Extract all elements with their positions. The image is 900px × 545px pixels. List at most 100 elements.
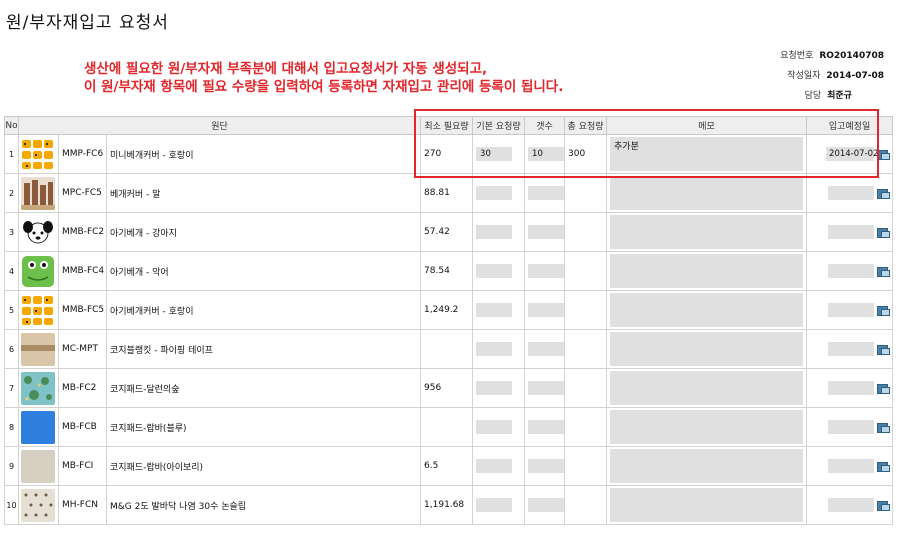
memo-input[interactable] xyxy=(610,371,804,405)
base-qty-input[interactable] xyxy=(476,420,513,434)
request-number-label: 요청번호 xyxy=(780,51,814,61)
manager-label: 담당 xyxy=(804,91,822,101)
expected-date-input[interactable] xyxy=(828,381,875,395)
calendar-icon[interactable] xyxy=(877,500,891,511)
table-row: 3 MMB-FC2 아기베개 - 강아지 57.42 xyxy=(4,212,894,252)
count-input[interactable] xyxy=(528,459,564,473)
memo-input[interactable] xyxy=(610,254,804,288)
fabric-name: 아기베개 - 강아지 xyxy=(105,212,422,252)
count-input[interactable] xyxy=(528,381,564,395)
fabric-thumbnail-cell xyxy=(18,485,59,525)
expected-date-input[interactable]: 2014-07-02 xyxy=(826,147,878,161)
fabric-code: MMP-FC6 xyxy=(58,134,107,174)
fabric-thumbnail-cell xyxy=(18,329,59,369)
count-cell xyxy=(524,446,566,486)
row-number: 3 xyxy=(4,212,19,252)
fabric-name: 베개커버 - 말 xyxy=(105,173,422,213)
expected-date-input[interactable] xyxy=(828,186,875,200)
base-qty-input[interactable] xyxy=(476,498,513,512)
expected-date-cell xyxy=(806,368,894,408)
memo-input[interactable] xyxy=(610,488,804,522)
calendar-icon[interactable] xyxy=(877,149,891,160)
memo-input[interactable] xyxy=(610,215,804,249)
min-required-value: 1,249.2 xyxy=(420,290,474,330)
total-value xyxy=(564,407,608,447)
count-input[interactable] xyxy=(528,186,564,200)
created-date-value: 2014-07-08 xyxy=(826,71,884,81)
fabric-name: 코지패드-달런의숲 xyxy=(105,368,422,408)
count-cell: 10 xyxy=(524,134,566,174)
base-qty-input[interactable] xyxy=(476,342,513,356)
created-date-label: 작성일자 xyxy=(787,71,821,81)
fabric-name: 코지블랭킷 - 파이핑 테이프 xyxy=(105,329,422,369)
expected-date-input[interactable] xyxy=(828,420,875,434)
count-input[interactable] xyxy=(528,225,564,239)
count-input[interactable] xyxy=(528,303,564,317)
calendar-icon[interactable] xyxy=(877,461,891,472)
calendar-icon[interactable] xyxy=(877,266,891,277)
count-input[interactable] xyxy=(528,342,564,356)
expected-date-input[interactable] xyxy=(828,342,875,356)
expected-date-input[interactable] xyxy=(828,303,875,317)
request-table: No 원단 최소 필요량 기본 요청량 갯수 총 요청량 메모 입고예정일 1 … xyxy=(4,116,894,525)
memo-input[interactable] xyxy=(610,410,804,444)
count-cell xyxy=(524,212,566,252)
memo-input[interactable] xyxy=(610,449,804,483)
expected-date-input[interactable] xyxy=(828,225,875,239)
annotation-line-1: 생산에 필요한 원/부자재 부족분에 대해서 입고요청서가 자동 생성되고, xyxy=(84,61,488,77)
total-value xyxy=(564,173,608,213)
calendar-icon[interactable] xyxy=(877,422,891,433)
base-qty-input[interactable] xyxy=(476,381,513,395)
base-qty-cell xyxy=(472,368,526,408)
total-value xyxy=(564,290,608,330)
total-value xyxy=(564,251,608,291)
row-number: 7 xyxy=(4,368,19,408)
base-qty-input[interactable] xyxy=(476,264,513,278)
fabric-name: 코지패드-랍바(아이보리) xyxy=(105,446,422,486)
fabric-name: 아기베개 - 악어 xyxy=(105,251,422,291)
manager: 담당 최준규 xyxy=(805,88,852,101)
table-row: 4 MMB-FC4 아기베개 - 악어 78.54 xyxy=(4,251,894,291)
row-number: 10 xyxy=(4,485,19,525)
base-qty-input[interactable]: 30 xyxy=(476,147,513,161)
count-input[interactable] xyxy=(528,498,564,512)
table-header-row: No 원단 최소 필요량 기본 요청량 갯수 총 요청량 메모 입고예정일 xyxy=(4,116,894,135)
calendar-icon[interactable] xyxy=(877,305,891,316)
count-cell xyxy=(524,407,566,447)
total-value xyxy=(564,329,608,369)
count-input[interactable]: 10 xyxy=(528,147,564,161)
count-input[interactable] xyxy=(528,420,564,434)
base-qty-input[interactable] xyxy=(476,186,513,200)
fabric-thumbnail-image xyxy=(21,332,55,366)
memo-input[interactable] xyxy=(610,176,804,210)
fabric-thumbnail-cell xyxy=(18,251,59,291)
memo-cell xyxy=(606,368,808,408)
base-qty-input[interactable] xyxy=(476,303,513,317)
memo-input[interactable]: 추가분 xyxy=(610,137,804,171)
base-qty-cell xyxy=(472,212,526,252)
fabric-code: MH-FCN xyxy=(58,485,107,525)
base-qty-input[interactable] xyxy=(476,459,513,473)
calendar-icon[interactable] xyxy=(877,227,891,238)
count-cell xyxy=(524,329,566,369)
calendar-icon[interactable] xyxy=(877,344,891,355)
table-row: 2 MPC-FC5 베개커버 - 말 88.81 xyxy=(4,173,894,213)
request-number-value: RO20140708 xyxy=(819,51,884,61)
expected-date-input[interactable] xyxy=(828,498,875,512)
expected-date-input[interactable] xyxy=(828,459,875,473)
fabric-thumbnail-image xyxy=(21,137,55,171)
calendar-icon[interactable] xyxy=(877,383,891,394)
base-qty-input[interactable] xyxy=(476,225,513,239)
min-required-value: 1,191.68 xyxy=(420,485,474,525)
calendar-icon[interactable] xyxy=(877,188,891,199)
memo-input[interactable] xyxy=(610,293,804,327)
memo-input[interactable] xyxy=(610,332,804,366)
table-row: 10 MH-FCN M&G 2도 발바닥 나염 30수 논슬립 1,191.68 xyxy=(4,485,894,525)
memo-cell xyxy=(606,251,808,291)
expected-date-input[interactable] xyxy=(828,264,875,278)
base-qty-cell xyxy=(472,173,526,213)
fabric-thumbnail-cell xyxy=(18,173,59,213)
fabric-thumbnail-image xyxy=(21,255,55,288)
count-input[interactable] xyxy=(528,264,564,278)
fabric-code: MMB-FC5 xyxy=(58,290,107,330)
